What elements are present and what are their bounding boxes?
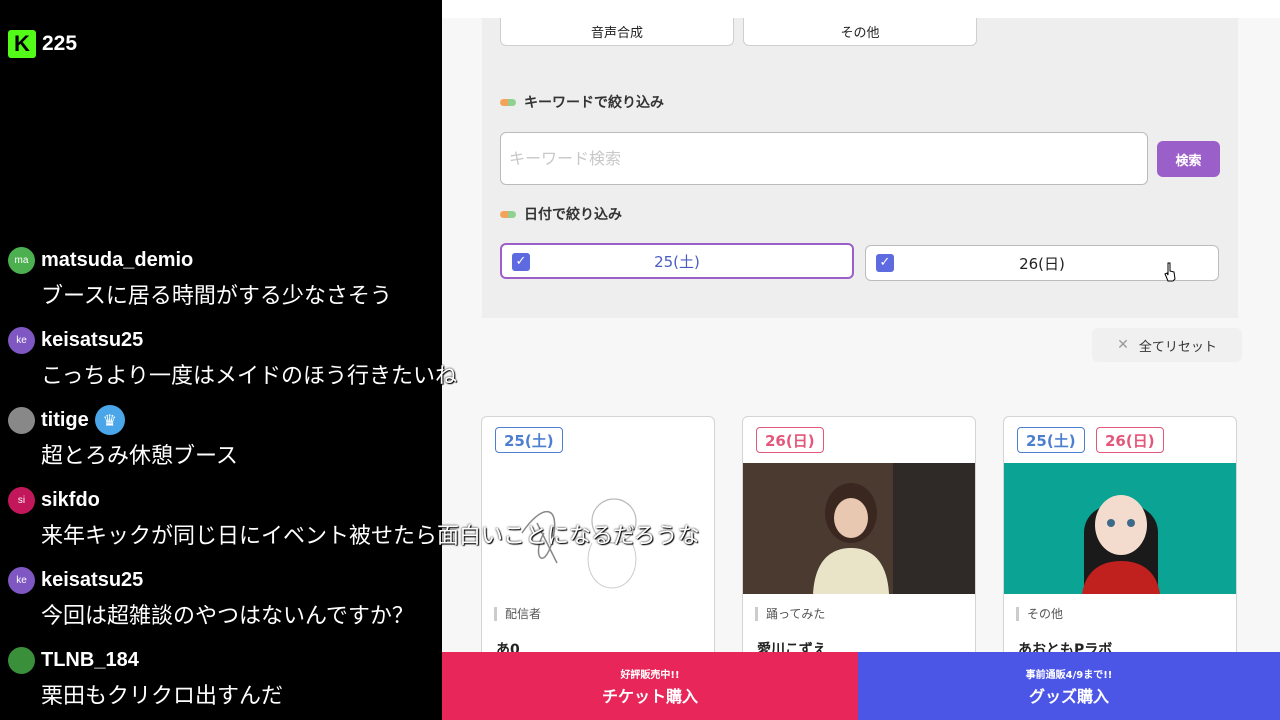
section-marker-icon — [500, 210, 516, 218]
user-avatar: si — [8, 486, 35, 514]
chat-message: ke keisatsu25 今回は超雑談のやつはないんですか？ — [8, 566, 908, 630]
crown-badge-icon: ♛ — [94, 405, 125, 435]
chat-message-text: 超とろみ休憩ブース — [41, 444, 238, 469]
search-button[interactable]: 検索 — [1157, 141, 1220, 177]
close-icon: ✕ — [1117, 337, 1129, 353]
chat-message-header: si sikfdo — [8, 486, 908, 514]
chat-message-text: ブースに居る時間がする少なさそう — [41, 284, 392, 309]
date-filter-label: 日付で絞り込み — [524, 207, 622, 223]
chat-username: keisatsu25 — [41, 568, 144, 591]
chat-message: TLNB_184 栗田もクリクロ出すんだ — [8, 646, 908, 710]
date-filter-heading: 日付で絞り込み — [500, 204, 622, 224]
booth-card[interactable]: 25(土) 26(日) その他 あおともPラボ — [1003, 416, 1237, 676]
section-marker-icon — [500, 98, 516, 106]
chat-message-text: 来年キックが同じ日にイベント被せたら面白いことになるだろうな — [41, 524, 700, 549]
user-avatar: ma — [8, 246, 35, 274]
viewer-count: 225 — [42, 32, 78, 55]
keyword-search-input[interactable] — [500, 132, 1148, 185]
chat-message-header: ke keisatsu25 — [8, 326, 908, 354]
category-button-voice-synthesis[interactable]: 音声合成 — [500, 18, 734, 46]
goods-sub-label: 事前通販4/9まで!! — [1025, 669, 1113, 681]
chat-username: matsuda_demio — [41, 248, 194, 271]
page-topbar — [442, 0, 1280, 18]
chat-username: keisatsu25 — [41, 328, 144, 351]
chat-message-text: 今回は超雑談のやつはないんですか？ — [41, 604, 414, 629]
user-avatar — [8, 646, 35, 674]
chat-username: titige — [41, 408, 89, 431]
category-button-other[interactable]: その他 — [743, 18, 977, 46]
booth-image-avatar — [1004, 463, 1236, 594]
date-tag-sun: 26(日) — [1096, 427, 1164, 453]
kick-logo-icon: K — [8, 30, 36, 58]
goods-main-label: グッズ購入 — [1028, 686, 1109, 706]
goods-purchase-button[interactable]: 事前通販4/9まで!! グッズ購入 — [858, 652, 1280, 720]
chat-message: si sikfdo 来年キックが同じ日にイベント被せたら面白いことになるだろうな — [8, 486, 908, 550]
chat-message-text: こっちより一度はメイドのほう行きたいね — [41, 364, 458, 389]
chat-username: sikfdo — [41, 488, 100, 511]
chat-message-header: ma matsuda_demio — [8, 246, 908, 274]
category-marker — [1016, 606, 1019, 621]
user-avatar: ke — [8, 326, 35, 354]
chat-message-header: TLNB_184 — [8, 646, 908, 674]
user-avatar — [8, 406, 35, 434]
chat-message-text: 栗田もクリクロ出すんだ — [41, 684, 284, 709]
chat-message-header: titige ♛ — [8, 405, 908, 435]
keyword-filter-heading: キーワードで絞り込み — [500, 92, 664, 112]
hand-cursor-icon — [1164, 262, 1176, 282]
reset-all-label: 全てリセット — [1138, 339, 1217, 355]
chat-message: titige ♛ 超とろみ休憩ブース — [8, 405, 908, 470]
reset-all-button[interactable]: ✕ 全てリセット — [1092, 328, 1242, 362]
booth-category-label: その他 — [1027, 607, 1064, 621]
chat-username: TLNB_184 — [41, 648, 139, 671]
chat-message: ke keisatsu25 こっちより一度はメイドのほう行きたいね — [8, 326, 908, 390]
user-avatar: ke — [8, 566, 35, 594]
keyword-filter-label: キーワードで絞り込み — [524, 95, 664, 111]
chat-message-header: ke keisatsu25 — [8, 566, 908, 594]
kick-viewer-counter: K 225 — [8, 30, 77, 58]
date-tag-sat: 25(土) — [1017, 427, 1085, 453]
booth-category: その他 — [1016, 605, 1063, 622]
chat-message: ma matsuda_demio ブースに居る時間がする少なさそう — [8, 246, 908, 310]
